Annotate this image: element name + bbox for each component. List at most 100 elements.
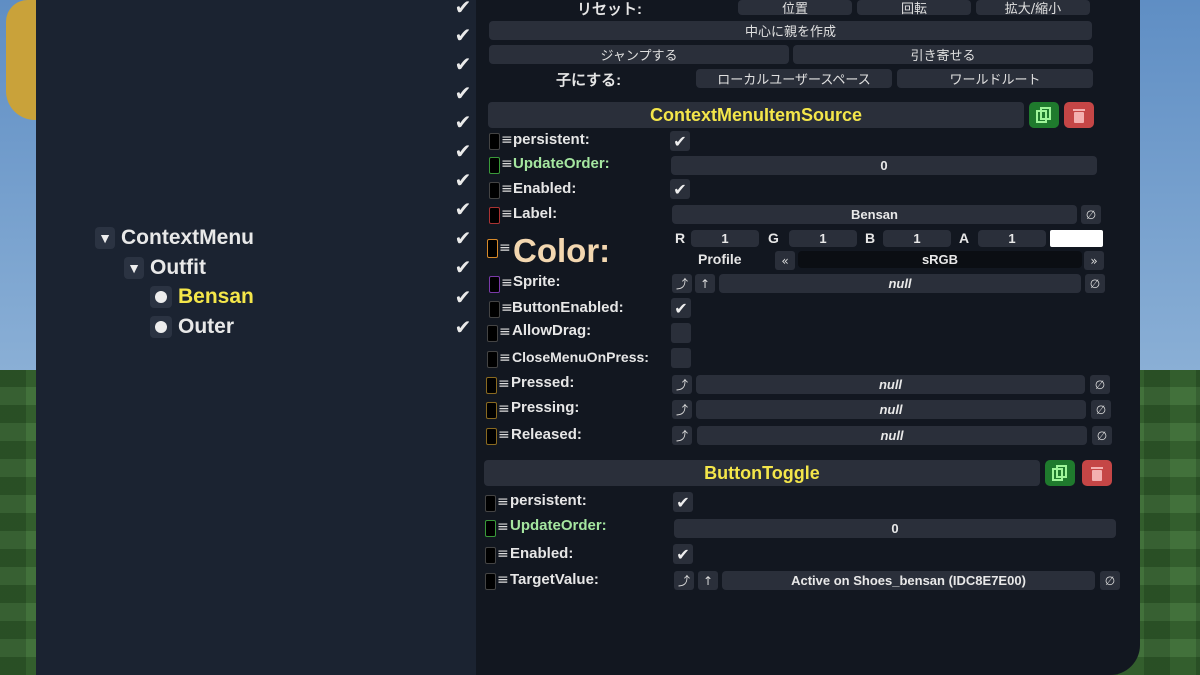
profile-next-icon[interactable]: » [1084,251,1104,270]
tree-item-contextmenu[interactable]: ▼ ContextMenu [95,226,254,250]
drag-handle-icon[interactable]: ≡ [501,300,513,316]
open-reference-icon[interactable]: ⤴ [672,274,692,293]
component-header-buttontoggle[interactable]: ButtonToggle [484,460,1040,486]
hierarchy-panel [36,0,476,675]
open-reference-icon[interactable]: ⤴ [672,426,692,445]
pick-reference-icon[interactable]: ↑ [698,571,718,590]
enabled-checkbox[interactable]: ✔ [670,179,690,199]
drag-handle-icon[interactable]: ≡ [499,350,511,366]
field-type-tag [489,133,500,150]
open-reference-icon[interactable]: ⤴ [672,400,692,419]
sprite-reference[interactable]: null [719,274,1081,293]
reset-rotation-button[interactable]: 回転 [857,0,971,17]
active-checkbox[interactable]: ✔ [448,167,478,193]
tree-item-outer[interactable]: Outer [150,315,234,339]
update-order-label: UpdateOrder: [510,517,607,534]
tree-item-outfit[interactable]: ▼ Outfit [124,256,206,280]
clear-null-icon[interactable]: ∅ [1100,571,1120,590]
b-channel-input[interactable]: 1 [883,230,951,247]
world-root-button[interactable]: ワールドルート [897,69,1093,88]
drag-handle-icon[interactable]: ≡ [498,401,510,417]
drag-handle-icon[interactable]: ≡ [501,181,513,197]
active-checkbox[interactable]: ✔ [448,0,478,20]
clear-null-icon[interactable]: ∅ [1090,375,1110,394]
sprite-label: Sprite: [513,273,561,290]
persistent-checkbox[interactable]: ✔ [670,131,690,151]
active-checkbox[interactable]: ✔ [448,225,478,251]
active-checkbox[interactable]: ✔ [448,314,478,340]
g-channel-input[interactable]: 1 [789,230,857,247]
update-order-input[interactable]: 0 [674,519,1116,538]
released-label: Released: [511,426,582,443]
pressed-label: Pressed: [511,374,575,391]
persistent-label: persistent: [513,131,590,148]
duplicate-component-icon[interactable] [1045,460,1075,486]
active-checkbox[interactable]: ✔ [448,80,478,106]
clear-null-icon[interactable]: ∅ [1092,426,1112,445]
clear-null-icon[interactable]: ∅ [1091,400,1111,419]
active-checkbox[interactable]: ✔ [448,22,478,48]
a-channel-input[interactable]: 1 [978,230,1046,247]
drag-handle-icon[interactable]: ≡ [499,240,511,256]
label-input[interactable]: Bensan [672,205,1077,224]
drag-handle-icon[interactable]: ≡ [497,519,509,535]
create-parent-button[interactable]: 中心に親を作成 [489,21,1092,40]
delete-component-icon[interactable] [1064,102,1094,128]
pull-button[interactable]: 引き寄せる [793,45,1093,64]
released-reference[interactable]: null [697,426,1087,445]
color-swatch[interactable] [1050,230,1103,247]
close-menu-checkbox[interactable] [671,348,691,368]
active-checkbox[interactable]: ✔ [448,109,478,135]
pressing-reference[interactable]: null [696,400,1086,419]
delete-component-icon[interactable] [1082,460,1112,486]
drag-handle-icon[interactable]: ≡ [497,572,509,588]
r-channel-input[interactable]: 1 [691,230,759,247]
active-checkbox[interactable]: ✔ [448,51,478,77]
drag-handle-icon[interactable]: ≡ [498,427,510,443]
persistent-checkbox[interactable]: ✔ [673,492,693,512]
pick-reference-icon[interactable]: ↑ [695,274,715,293]
leaf-dot-icon [150,286,172,308]
duplicate-component-icon[interactable] [1029,102,1059,128]
active-checkbox[interactable]: ✔ [448,254,478,280]
clear-null-icon[interactable]: ∅ [1081,205,1101,224]
field-type-tag [485,520,496,537]
enabled-label: Enabled: [513,180,577,197]
drag-handle-icon[interactable]: ≡ [501,275,513,291]
reset-scale-button[interactable]: 拡大/縮小 [976,0,1090,17]
drag-handle-icon[interactable]: ≡ [501,156,513,172]
drag-handle-icon[interactable]: ≡ [499,324,511,340]
update-order-input[interactable]: 0 [671,156,1097,175]
enabled-checkbox[interactable]: ✔ [673,544,693,564]
drag-handle-icon[interactable]: ≡ [501,132,513,148]
profile-prev-icon[interactable]: « [775,251,795,270]
active-checkbox[interactable]: ✔ [448,138,478,164]
tree-item-bensan[interactable]: Bensan [150,285,254,309]
allow-drag-checkbox[interactable] [671,323,691,343]
open-reference-icon[interactable]: ⤴ [672,375,692,394]
reset-position-button[interactable]: 位置 [738,0,852,17]
component-header-contextmenuitemsource[interactable]: ContextMenuItemSource [488,102,1024,128]
tree-item-label: Outer [178,315,235,338]
jump-button[interactable]: ジャンプする [489,45,789,64]
clear-null-icon[interactable]: ∅ [1085,274,1105,293]
pressed-reference[interactable]: null [696,375,1085,394]
open-reference-icon[interactable]: ⤴ [674,571,694,590]
expand-triangle-icon[interactable]: ▼ [95,227,115,249]
r-channel-label: R [675,230,686,246]
expand-triangle-icon[interactable]: ▼ [124,257,144,279]
drag-handle-icon[interactable]: ≡ [497,546,509,562]
close-menu-label: CloseMenuOnPress: [512,349,649,365]
drag-handle-icon[interactable]: ≡ [498,376,510,392]
field-type-tag [487,351,498,368]
drag-handle-icon[interactable]: ≡ [501,206,513,222]
field-type-tag [489,182,500,199]
button-enabled-checkbox[interactable]: ✔ [671,298,691,318]
local-user-space-button[interactable]: ローカルユーザースペース [696,69,892,88]
active-checkbox[interactable]: ✔ [448,196,478,222]
active-checkbox[interactable]: ✔ [448,284,478,310]
tree-item-label: Bensan [178,285,254,308]
field-type-tag [485,495,496,512]
drag-handle-icon[interactable]: ≡ [497,494,509,510]
target-value-reference[interactable]: Active on Shoes_bensan (IDC8E7E00) [722,571,1095,590]
